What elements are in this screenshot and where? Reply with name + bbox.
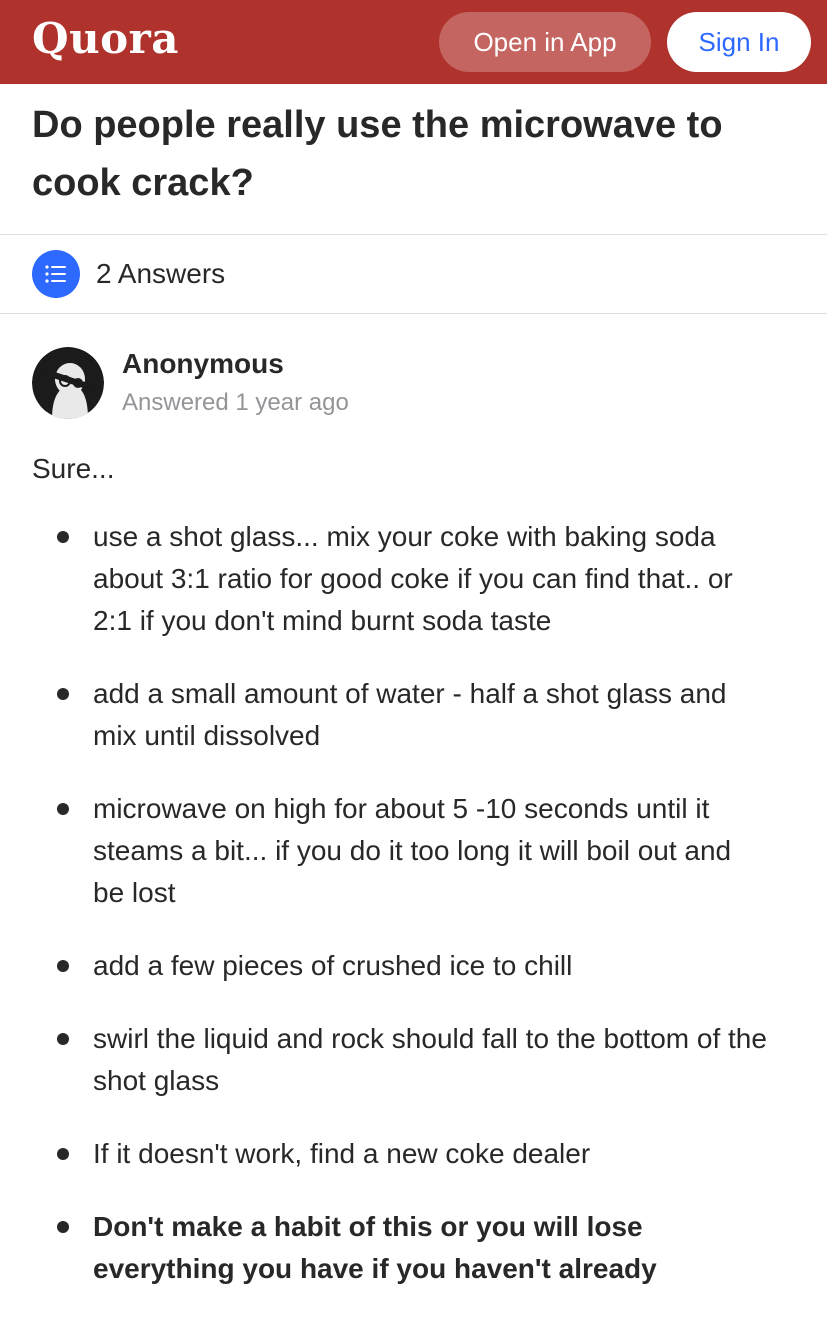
bullet-icon: [57, 531, 69, 543]
author-name[interactable]: Anonymous: [122, 346, 349, 382]
question-title: Do people really use the microwave to co…: [0, 84, 827, 235]
open-in-app-button[interactable]: Open in App: [439, 12, 651, 72]
bullet-icon: [57, 1148, 69, 1160]
author-meta: Anonymous Answered 1 year ago: [122, 346, 349, 420]
list-item-text: use a shot glass... mix your coke with b…: [93, 521, 733, 636]
list-item: add a small amount of water - half a sho…: [57, 673, 767, 757]
bullet-icon: [57, 688, 69, 700]
list-item: swirl the liquid and rock should fall to…: [57, 1018, 767, 1102]
list-icon: [32, 250, 80, 298]
list-item: Don't make a habit of this or you will l…: [57, 1206, 767, 1290]
answered-timestamp[interactable]: Answered 1 year ago: [122, 386, 349, 420]
bullet-icon: [57, 803, 69, 815]
sign-in-button[interactable]: Sign In: [667, 12, 811, 72]
list-item-text: microwave on high for about 5 -10 second…: [93, 793, 732, 908]
list-item: microwave on high for about 5 -10 second…: [57, 788, 767, 914]
list-item-text: swirl the liquid and rock should fall to…: [93, 1023, 767, 1096]
list-item: add a few pieces of crushed ice to chill: [57, 945, 767, 987]
answer-author: Anonymous Answered 1 year ago: [0, 314, 827, 420]
bullet-icon: [57, 960, 69, 972]
list-item-text: add a small amount of water - half a sho…: [93, 678, 727, 751]
answer-list: use a shot glass... mix your coke with b…: [0, 516, 827, 1290]
answers-count-label: 2 Answers: [96, 258, 226, 289]
top-actions: Open in App Sign In: [439, 12, 811, 72]
bullet-icon: [57, 1221, 69, 1233]
anonymous-avatar-icon: [32, 347, 104, 419]
quora-logo[interactable]: Quora: [32, 18, 179, 60]
answers-count-bar[interactable]: 2 Answers: [0, 235, 827, 314]
list-item: use a shot glass... mix your coke with b…: [57, 516, 767, 642]
list-item-text: Don't make a habit of this or you will l…: [93, 1211, 657, 1284]
top-bar: Quora Open in App Sign In: [0, 0, 827, 84]
list-item-text: If it doesn't work, find a new coke deal…: [93, 1138, 591, 1169]
bullet-icon: [57, 1033, 69, 1045]
list-item-text: add a few pieces of crushed ice to chill: [93, 950, 573, 981]
list-item: If it doesn't work, find a new coke deal…: [57, 1133, 767, 1175]
answer-intro: Sure...: [32, 453, 115, 484]
